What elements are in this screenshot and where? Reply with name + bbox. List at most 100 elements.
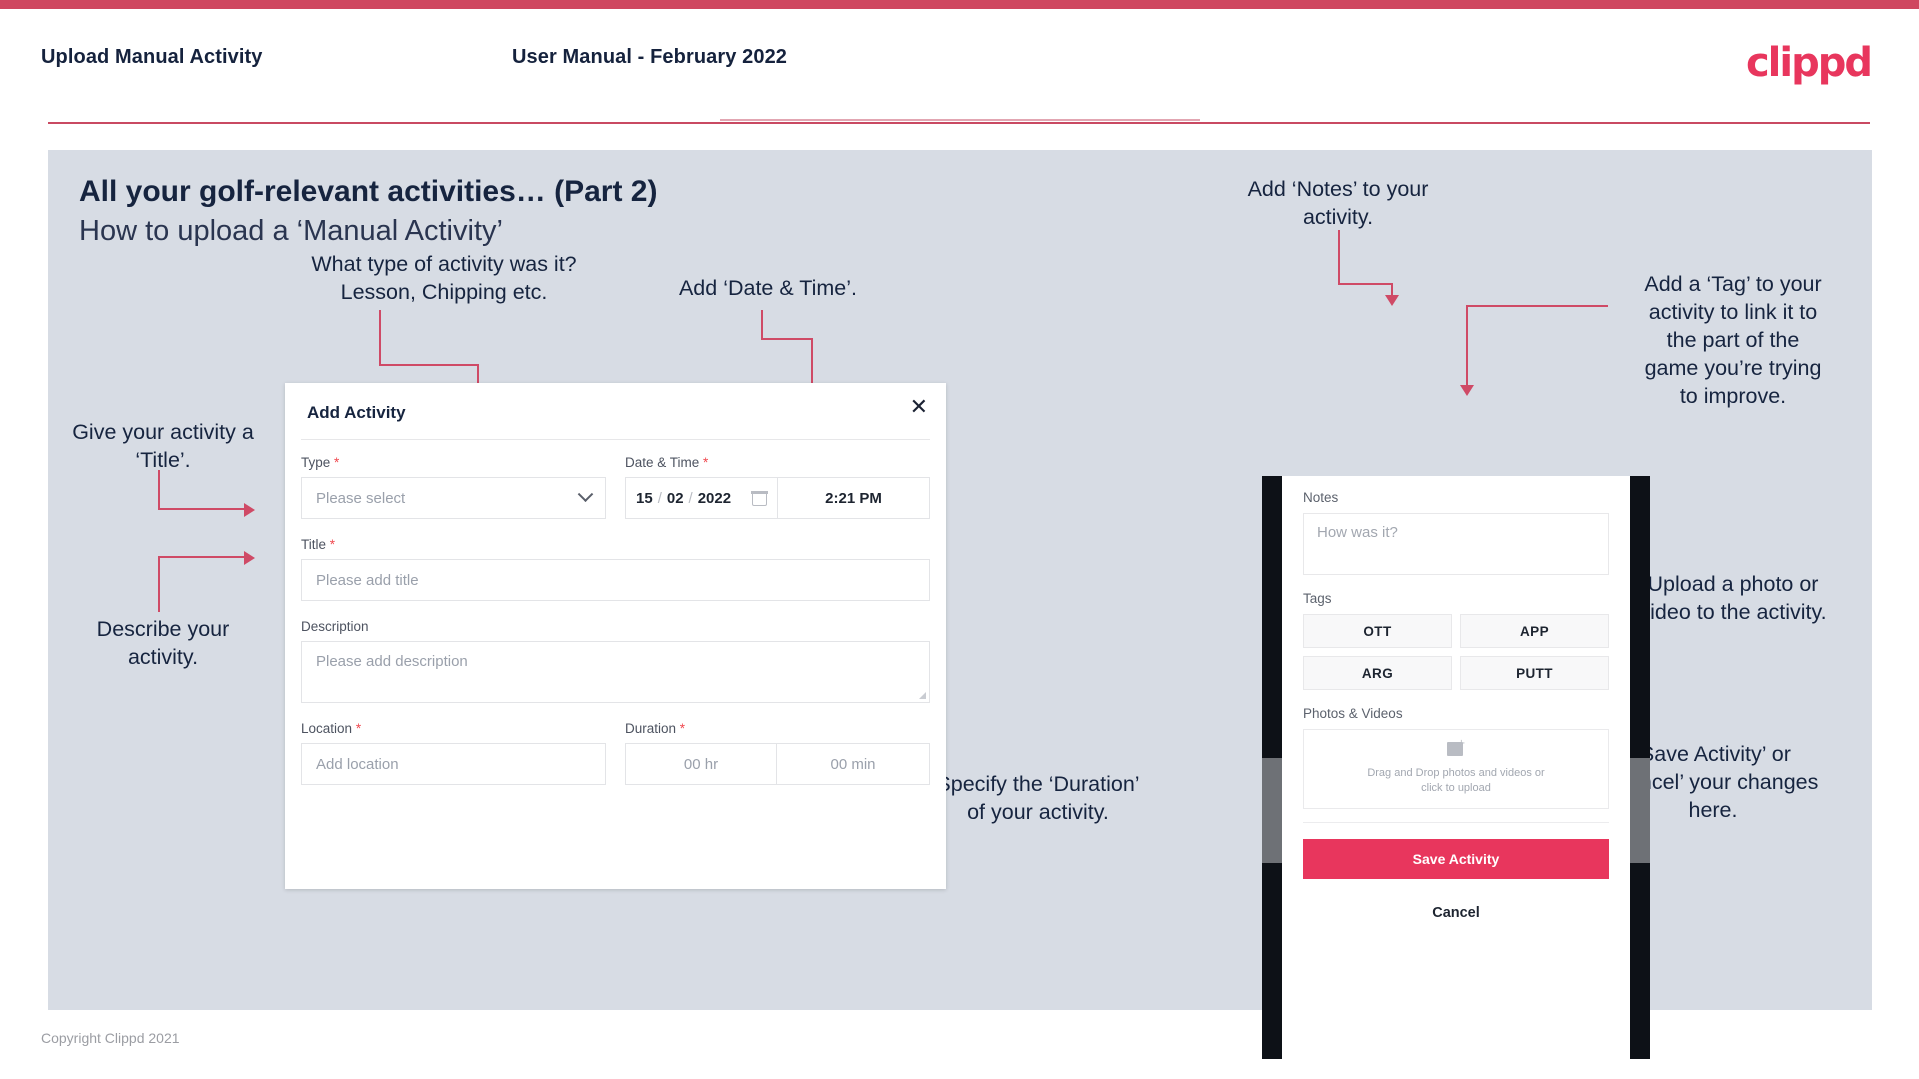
annotation-title: Give your activity a ‘Title’. xyxy=(72,420,254,472)
required-asterisk: * xyxy=(679,721,686,736)
connector-tags-v xyxy=(1466,305,1468,387)
slide-canvas: All your golf-relevant activities… (Part… xyxy=(48,150,1872,1059)
cancel-button[interactable]: Cancel xyxy=(1303,905,1609,921)
phone-divider xyxy=(1303,822,1609,823)
connector-notes-arrow xyxy=(1385,295,1399,306)
add-image-icon: + xyxy=(1446,739,1466,758)
add-activity-dialog: Add Activity ✕ Type * Please select Date… xyxy=(285,383,946,889)
field-location: Location * Add location xyxy=(301,721,606,785)
slide-subtitle: How to upload a ‘Manual Activity’ xyxy=(79,215,503,247)
phone-content: Notes How was it? Tags OTT APP ARG PUTT … xyxy=(1282,476,1630,921)
title-input-placeholder: Please add title xyxy=(316,571,419,589)
required-asterisk: * xyxy=(355,721,362,736)
tag-button-putt[interactable]: PUTT xyxy=(1460,656,1609,690)
header-center-title: User Manual - February 2022 xyxy=(512,46,788,68)
page-root: Upload Manual Activity User Manual - Feb… xyxy=(0,0,1919,1079)
field-description-label: Description xyxy=(301,619,369,634)
connector-dt-v1 xyxy=(761,310,763,340)
title-input[interactable]: Please add title xyxy=(301,559,930,601)
phone-left-edge-grey xyxy=(1262,758,1282,863)
phone-left-edge xyxy=(1262,476,1282,1059)
phone-screen: Notes How was it? Tags OTT APP ARG PUTT … xyxy=(1282,476,1630,1059)
connector-title-v xyxy=(158,470,160,510)
notes-textarea[interactable]: How was it? xyxy=(1303,513,1609,575)
connector-desc-v xyxy=(158,556,160,612)
chevron-down-icon xyxy=(577,485,594,502)
required-asterisk: * xyxy=(703,455,709,470)
tags-label: Tags xyxy=(1303,591,1332,606)
description-textarea[interactable]: Please add description xyxy=(301,641,930,703)
connector-tags-arrow xyxy=(1460,385,1474,396)
type-select-placeholder: Please select xyxy=(316,489,406,507)
field-title: Title * Please add title xyxy=(301,537,930,601)
top-accent-bar xyxy=(0,0,1919,9)
photo-dropzone[interactable]: + Drag and Drop photos and videos or cli… xyxy=(1303,729,1609,809)
connector-desc-arrow xyxy=(244,551,255,565)
type-select[interactable]: Please select xyxy=(301,477,606,519)
dialog-title: Add Activity xyxy=(307,403,406,422)
date-month: 02 xyxy=(666,489,684,507)
annotation-notes: Add ‘Notes’ to your activity. xyxy=(1247,177,1429,229)
field-description: Description Please add description xyxy=(301,619,930,703)
connector-desc-h xyxy=(158,556,246,558)
connector-tags-h xyxy=(1466,305,1608,307)
annotation-type: What type of activity was it? Lesson, Ch… xyxy=(311,252,577,304)
save-activity-button[interactable]: Save Activity xyxy=(1303,839,1609,879)
dialog-divider xyxy=(301,439,930,440)
annotation-describe: Describe your activity. xyxy=(96,617,230,669)
calendar-icon[interactable] xyxy=(751,490,768,506)
field-location-label: Location * xyxy=(301,721,362,736)
clippd-logo: clippd xyxy=(1745,40,1873,86)
date-year: 2022 xyxy=(697,489,732,507)
required-asterisk: * xyxy=(334,455,340,470)
notes-placeholder: How was it? xyxy=(1317,524,1398,541)
photos-label: Photos & Videos xyxy=(1303,706,1403,721)
connector-dt-h xyxy=(761,338,813,340)
notes-label: Notes xyxy=(1303,490,1339,505)
footer-copyright: Copyright Clippd 2021 xyxy=(41,1030,180,1046)
description-placeholder: Please add description xyxy=(316,653,468,670)
tag-button-app[interactable]: APP xyxy=(1460,614,1609,648)
annotation-tags: Add a ‘Tag’ to your activity to link it … xyxy=(1644,272,1822,408)
header-divider-highlight xyxy=(720,119,1200,121)
slide-title: All your golf-relevant activities… (Part… xyxy=(79,175,658,208)
connector-title-arrow xyxy=(244,503,255,517)
datetime-group: 15 / 02 / 2022 2:21 PM xyxy=(625,477,930,519)
phone-right-edge xyxy=(1630,476,1650,1059)
form-row-type-datetime: Type * Please select Date & Time * 15 / … xyxy=(301,455,930,519)
field-type-label: Type * xyxy=(301,455,340,470)
date-day: 15 xyxy=(636,489,653,507)
phone-mockup: Notes How was it? Tags OTT APP ARG PUTT … xyxy=(1262,476,1650,1059)
date-sep-2: / xyxy=(688,489,693,507)
tag-button-ott[interactable]: OTT xyxy=(1303,614,1452,648)
annotation-datetime: Add ‘Date & Time’. xyxy=(678,276,858,300)
tag-button-arg[interactable]: ARG xyxy=(1303,656,1452,690)
dropzone-text: Drag and Drop photos and videos or click… xyxy=(1367,767,1545,794)
field-datetime: Date & Time * 15 / 02 / 2022 2:21 PM xyxy=(625,455,930,519)
close-icon[interactable]: ✕ xyxy=(910,397,928,419)
header-divider xyxy=(48,122,1870,124)
header-left-title: Upload Manual Activity xyxy=(41,46,263,68)
field-duration-label: Duration * xyxy=(625,721,686,736)
location-input[interactable]: Add location xyxy=(301,743,606,785)
location-placeholder: Add location xyxy=(316,755,399,773)
date-input[interactable]: 15 / 02 / 2022 xyxy=(625,477,778,519)
connector-notes-h xyxy=(1338,283,1393,285)
connector-type-h xyxy=(379,364,478,366)
connector-title-h xyxy=(158,508,246,510)
time-value: 2:21 PM xyxy=(825,489,882,507)
connector-notes-v1 xyxy=(1338,230,1340,285)
date-sep-1: / xyxy=(657,489,662,507)
tags-grid: OTT APP ARG PUTT xyxy=(1303,614,1609,690)
field-datetime-label: Date & Time * xyxy=(625,455,709,470)
time-input[interactable]: 2:21 PM xyxy=(778,477,930,519)
form-row-location-duration: Location * Add location Duration * 00 hr… xyxy=(301,721,930,785)
field-duration: Duration * 00 hr 00 min xyxy=(625,721,930,785)
field-type: Type * Please select xyxy=(301,455,606,519)
connector-type-v1 xyxy=(379,310,381,366)
duration-minutes-input[interactable]: 00 min xyxy=(777,743,930,785)
field-title-label: Title * xyxy=(301,537,336,552)
duration-group: 00 hr 00 min xyxy=(625,743,930,785)
dialog-body: Type * Please select Date & Time * 15 / … xyxy=(301,455,930,785)
duration-hours-input[interactable]: 00 hr xyxy=(625,743,777,785)
